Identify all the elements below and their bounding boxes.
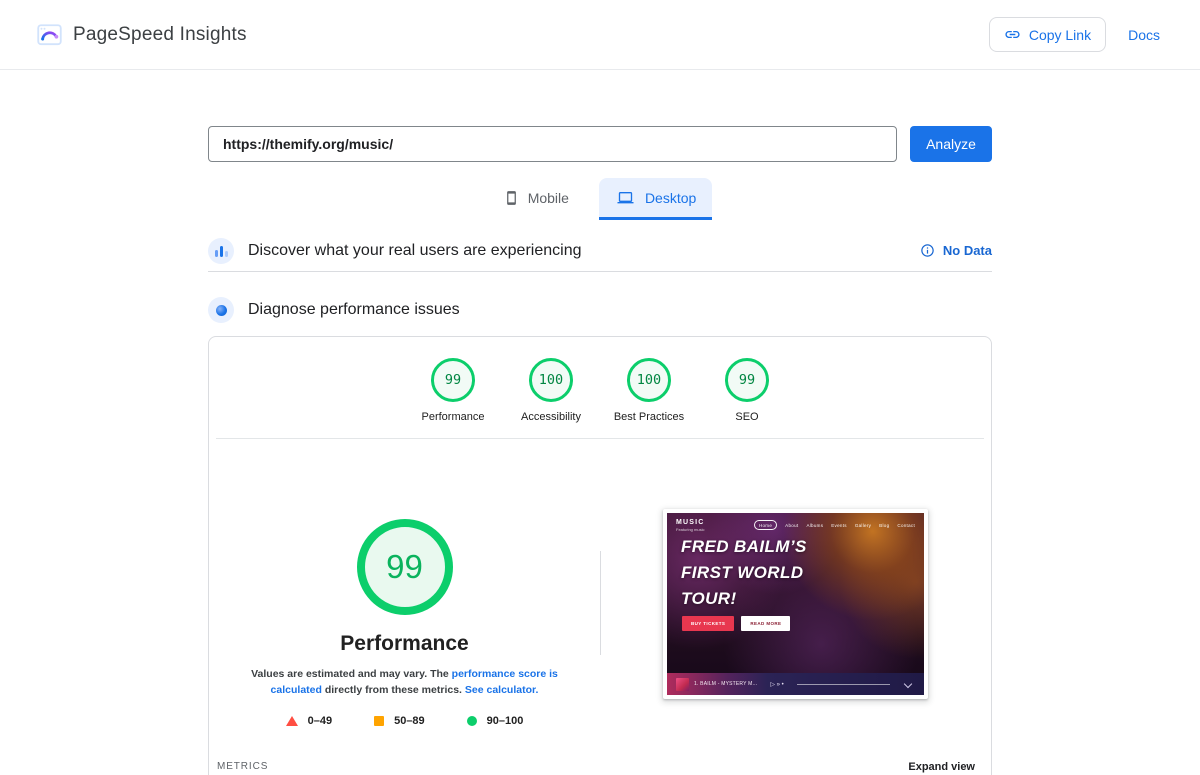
site-nav: MUSIC Featuring music Home About Albums … [667,513,924,532]
performance-columns: 99 Performance Values are estimated and … [209,439,991,742]
site-nav-about: About [785,522,799,528]
performance-gauge-column: 99 Performance Values are estimated and … [209,439,600,742]
read-more-button: READ MORE [741,616,791,631]
site-menu: Home About Albums Events Gallery Blog Co… [753,518,915,530]
performance-gauge-value: 99 [386,548,423,585]
no-data-label: No Data [942,243,992,258]
pass-circle-icon [466,716,477,726]
site-music-player: 1. BAILM - MYSTERY M... ▷ » • [667,673,924,695]
legend-pass-range: 90–100 [486,715,524,727]
link-icon [1005,30,1020,39]
report-card: 99 Performance 100 Accessibility 100 Bes… [208,336,992,775]
copy-link-label: Copy Link [1028,26,1092,43]
category-scores: 99 Performance 100 Accessibility 100 Bes… [209,337,991,423]
legend-average-range: 50–89 [394,715,425,727]
site-nav-albums: Albums [806,522,824,528]
performance-gauge: 99 [356,519,453,615]
app-title: PageSpeed Insights [73,23,247,45]
pagespeed-logo-icon [37,23,62,45]
analyze-form: Analyze [208,126,992,162]
see-calculator-link[interactable]: See calculator. [465,684,539,696]
legend-pass: 90–100 [466,715,524,727]
score-performance[interactable]: 99 Performance [404,358,502,423]
performance-note: Values are estimated and may vary. The p… [231,666,579,698]
lab-section: Diagnose performance issues [208,289,992,331]
info-icon[interactable] [920,243,935,258]
site-screenshot-image: MUSIC Featuring music Home About Albums … [667,513,924,695]
pagespeed-insights-app: PageSpeed Insights Copy Link Docs Analyz… [0,0,1200,775]
note-text-1: Values are estimated and may vary. The [251,668,452,680]
app-header: PageSpeed Insights Copy Link Docs [0,0,1200,70]
score-label: Performance [421,411,485,423]
score-ring: 100 [529,358,573,402]
screenshot-column: MUSIC Featuring music Home About Albums … [600,439,991,742]
legend-fail-range: 0–49 [307,715,333,727]
fail-triangle-icon [285,716,298,726]
score-ring: 99 [431,358,475,402]
device-tabs: Mobile Desktop [208,178,992,220]
legend-fail: 0–49 [285,715,333,727]
diagnose-icon [208,297,234,323]
site-nav-blog: Blog [879,522,890,528]
site-tagline: Featuring music [676,527,705,533]
tab-mobile[interactable]: Mobile [488,178,585,220]
score-seo[interactable]: 99 SEO [698,358,796,423]
field-data-section: Discover what your real users are experi… [208,230,992,272]
real-users-icon [208,237,234,264]
score-label: SEO [735,411,759,423]
smartphone-icon [506,190,516,205]
analyze-button[interactable]: Analyze [910,126,992,162]
lab-section-title: Diagnose performance issues [248,301,460,318]
laptop-icon [617,191,634,203]
home-brand[interactable]: PageSpeed Insights [36,22,247,48]
player-progress-bar [796,683,890,685]
legend-average: 50–89 [374,715,425,727]
metrics-label: METRICS [217,761,269,772]
score-value: 99 [738,372,756,388]
field-status: No Data [920,243,992,258]
header-actions: Copy Link Docs [988,17,1160,52]
performance-title: Performance [340,632,469,655]
score-value: 99 [444,372,462,388]
docs-link[interactable]: Docs [1128,27,1160,43]
column-divider [600,551,601,655]
copy-link-button[interactable]: Copy Link [988,17,1107,52]
score-ring: 99 [725,358,769,402]
album-art [676,677,689,691]
metrics-header: METRICS [216,754,762,775]
expand-view-label: Expand view [908,761,975,773]
average-square-icon [374,716,385,726]
note-text-2: directly from these metrics. [321,684,465,696]
expand-view-button[interactable]: Expand view [812,754,985,775]
page-screenshot: MUSIC Featuring music Home About Albums … [663,509,928,699]
site-brand: MUSIC [676,519,705,526]
player-controls: ▷ » • [770,681,784,688]
player-track-title: 1. BAILM - MYSTERY M... [694,681,758,687]
card-footer: METRICS Expand view [209,754,991,775]
field-section-title: Discover what your real users are experi… [248,241,582,259]
buy-tickets-button: BUY TICKETS [682,616,735,631]
score-value: 100 [636,372,662,388]
site-hero-buttons: BUY TICKETS READ MORE [682,616,791,631]
tab-mobile-label: Mobile [527,189,569,206]
score-accessibility[interactable]: 100 Accessibility [502,358,600,423]
main-content: Analyze Mobile Desktop Discover what you… [208,126,992,775]
score-label: Accessibility [521,411,581,423]
chevron-down-icon [903,679,913,689]
score-best-practices[interactable]: 100 Best Practices [600,358,698,423]
site-nav-gallery: Gallery [854,522,872,528]
score-ring: 100 [627,358,671,402]
score-legend: 0–49 50–89 90–100 [285,715,524,727]
site-nav-home: Home [753,520,778,530]
url-input[interactable] [208,126,897,162]
site-nav-contact: Contact [897,522,915,528]
tab-desktop-label: Desktop [644,189,697,206]
tab-desktop[interactable]: Desktop [598,178,713,220]
site-nav-events: Events [831,522,847,528]
site-hero-heading: FRED BAILM’S FIRST WORLD TOUR! [681,537,807,608]
score-label: Best Practices [613,411,685,423]
score-value: 100 [538,372,564,388]
